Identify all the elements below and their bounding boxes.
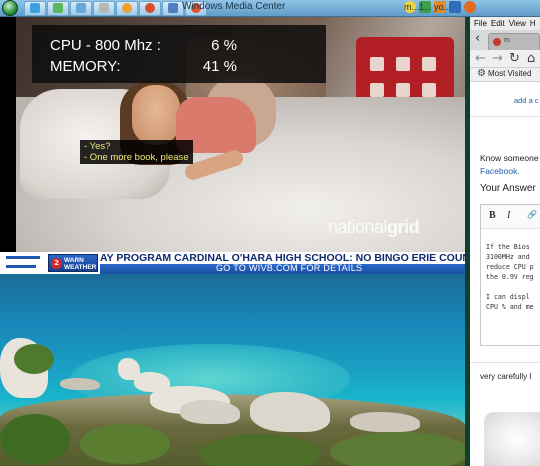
editor-toolbar: B I 🔗 xyxy=(481,205,540,229)
menu-file[interactable]: File xyxy=(474,19,487,28)
know-someone-text: Know someone xyxy=(480,153,539,163)
subtitle-line-1: - Yes? xyxy=(84,141,111,152)
tray-text: m...1... yo... xyxy=(404,2,452,12)
ticker-lead-graphic xyxy=(0,252,48,274)
editor-line-7: CPU % and me xyxy=(486,303,534,311)
taskbar-app-7-icon[interactable] xyxy=(162,0,184,16)
reload-icon[interactable]: ↻ xyxy=(509,51,520,66)
memory-value: 41 % xyxy=(202,58,237,75)
desktop: Windows Media Center m...1... yo... CPU … xyxy=(0,0,540,466)
shrub xyxy=(200,434,320,466)
system-stats-overlay: CPU - 800 Mhz : 6 % MEMORY: 41 % xyxy=(32,25,326,83)
link-button[interactable]: 🔗 xyxy=(527,210,537,219)
taskbar-app-5-icon[interactable] xyxy=(116,0,138,16)
page-content: add a c Know someone Facebook. Your Answ… xyxy=(470,82,540,466)
cpu-label: CPU - 800 Mhz : xyxy=(50,37,161,54)
memory-label: MEMORY: xyxy=(50,58,121,75)
taskbar-app-4-icon[interactable] xyxy=(93,0,115,16)
divider xyxy=(470,116,540,117)
subtitle-line-2: - One more book, please xyxy=(84,152,189,163)
watermark-light: national xyxy=(328,217,388,237)
broadcast-watermark: nationalgrid xyxy=(328,217,420,238)
your-answer-heading: Your Answer xyxy=(480,183,536,194)
ticker-subline-bar: GO TO WIVB.COM FOR DETAILS xyxy=(100,263,465,274)
very-carefully-text: very carefully I xyxy=(480,372,532,381)
editor-line-4: the 0.9V reg xyxy=(486,273,534,281)
channel-badge: 2 xyxy=(51,258,62,269)
tab-title: m xyxy=(504,37,510,44)
editor-line-3: reduce CPU p xyxy=(486,263,534,271)
warn-weather-logo: 2 WARN WEATHER xyxy=(48,254,98,272)
video-girl-face xyxy=(132,85,180,145)
embedded-image xyxy=(484,412,540,466)
divider xyxy=(470,362,540,363)
bookmark-most-visited[interactable]: Most Visited xyxy=(488,69,531,78)
italic-button[interactable]: I xyxy=(507,210,510,221)
editor-line-6: I can displ xyxy=(486,293,530,301)
bold-button[interactable]: B xyxy=(489,210,496,221)
shrub xyxy=(0,414,70,464)
tab-strip: ‹ m xyxy=(470,30,540,50)
home-icon[interactable]: ⌂ xyxy=(527,51,535,66)
browser-menubar: File Edit View H xyxy=(470,17,540,30)
media-center-video[interactable]: CPU - 800 Mhz : 6 % MEMORY: 41 % - Yes? … xyxy=(16,17,465,252)
rock xyxy=(350,412,420,432)
taskbar-app-6-icon[interactable] xyxy=(139,0,161,16)
gear-icon: ⚙ xyxy=(477,68,486,79)
warn-line-1: WARN xyxy=(64,257,84,264)
forward-icon[interactable]: → xyxy=(492,51,503,66)
ticker-subline: GO TO WIVB.COM FOR DETAILS xyxy=(216,263,363,273)
taskbar-window-title[interactable]: Windows Media Center xyxy=(182,1,285,12)
tab-scroll-left-icon[interactable]: ‹ xyxy=(475,31,480,46)
shrub xyxy=(330,432,465,466)
system-tray: m...1... yo... xyxy=(404,1,479,13)
tray-firefox-icon[interactable] xyxy=(464,1,476,13)
rock xyxy=(250,392,330,432)
rock xyxy=(180,400,240,424)
menu-view[interactable]: View xyxy=(509,19,526,28)
taskbar-app-3-icon[interactable] xyxy=(70,0,92,16)
menu-edit[interactable]: Edit xyxy=(491,19,505,28)
cpu-value: 6 % xyxy=(211,37,237,54)
bookmarks-toolbar: ⚙ Most Visited xyxy=(470,68,540,82)
editor-line-2: 3100MHz and xyxy=(486,253,530,261)
tab-favicon-icon xyxy=(493,38,501,46)
watermark-bold: grid xyxy=(387,217,420,237)
editor-line-1: If the Bios xyxy=(486,243,530,251)
subtitles: - Yes? - One more book, please xyxy=(80,140,193,164)
shrub xyxy=(80,424,170,464)
back-icon[interactable]: ← xyxy=(475,51,486,66)
navigation-bar: ← → ↻ ⌂ xyxy=(470,50,540,68)
firefox-window: File Edit View H ‹ m ← → ↻ ⌂ ⚙ Most Visi… xyxy=(470,17,540,466)
start-button-icon[interactable] xyxy=(2,0,18,16)
add-comment-link[interactable]: add a c xyxy=(514,96,539,105)
browser-tab[interactable]: m xyxy=(488,33,540,50)
shrub xyxy=(14,344,54,374)
warn-line-2: WEATHER xyxy=(64,264,97,271)
facebook-link[interactable]: Facebook. xyxy=(480,166,520,176)
desktop-wallpaper-sea xyxy=(0,274,465,466)
news-ticker: 2 WARN WEATHER AY PROGRAM CARDINAL O'HAR… xyxy=(0,252,465,274)
taskbar-app-2-icon[interactable] xyxy=(47,0,69,16)
menu-history[interactable]: H xyxy=(530,19,536,28)
answer-editor[interactable]: B I 🔗 If the Bios 3100MHz and reduce CPU… xyxy=(480,204,540,346)
taskbar: Windows Media Center m...1... yo... xyxy=(0,0,540,17)
taskbar-app-1-icon[interactable] xyxy=(24,0,46,16)
rock xyxy=(60,378,100,390)
